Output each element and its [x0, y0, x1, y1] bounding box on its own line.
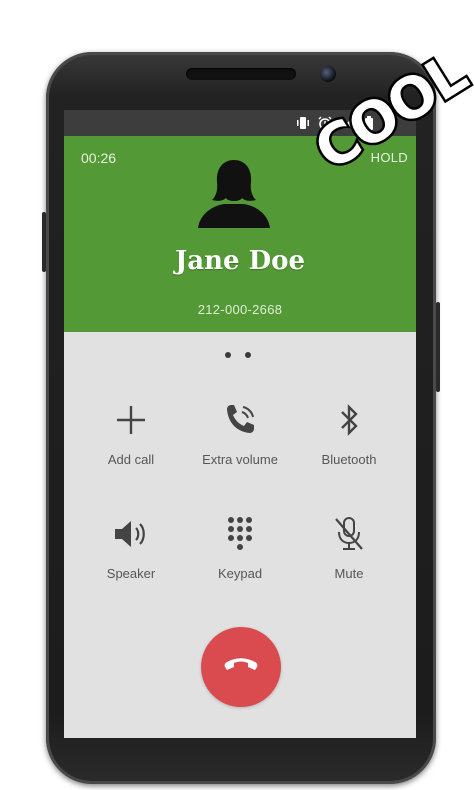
- extra-volume-label: Extra volume: [202, 452, 278, 467]
- speaker-label: Speaker: [106, 566, 156, 581]
- volume-button: [436, 302, 440, 392]
- end-call-icon: [222, 655, 260, 680]
- contact-name: Jane Doe: [174, 246, 306, 276]
- mute-label: Mute: [334, 566, 364, 581]
- call-timer: 00:26: [81, 150, 117, 166]
- earpiece-speaker: [186, 68, 296, 80]
- end-call-button[interactable]: [201, 627, 281, 707]
- page-dot: [245, 352, 251, 358]
- bluetooth-label: Bluetooth: [321, 452, 377, 467]
- contact-avatar-icon: [194, 156, 274, 228]
- speaker-button[interactable]: Speaker: [76, 514, 186, 581]
- speaker-icon: [111, 514, 151, 554]
- cool-badge-text: COOL: [304, 41, 474, 184]
- add-call-label: Add call: [107, 452, 155, 467]
- phone-volume-icon: [220, 400, 260, 440]
- add-call-button[interactable]: Add call: [76, 400, 186, 467]
- power-button: [42, 212, 46, 272]
- mic-off-icon: [329, 514, 369, 554]
- phone-number: 212-000-2668: [197, 302, 283, 317]
- page-dot: [225, 352, 231, 358]
- extra-volume-button[interactable]: Extra volume: [185, 400, 295, 467]
- keypad-icon: [220, 514, 260, 554]
- plus-icon: [111, 400, 151, 440]
- bluetooth-button[interactable]: Bluetooth: [294, 400, 404, 467]
- page-indicator: [225, 352, 251, 358]
- keypad-button[interactable]: Keypad: [185, 514, 295, 581]
- mute-button[interactable]: Mute: [294, 514, 404, 581]
- bluetooth-icon: [329, 400, 369, 440]
- keypad-label: Keypad: [217, 566, 263, 581]
- cool-badge: COOL: [288, 14, 474, 186]
- phone-screen: 00:26 HOLD Jane Doe 212-000-2668 Add cal…: [64, 110, 416, 738]
